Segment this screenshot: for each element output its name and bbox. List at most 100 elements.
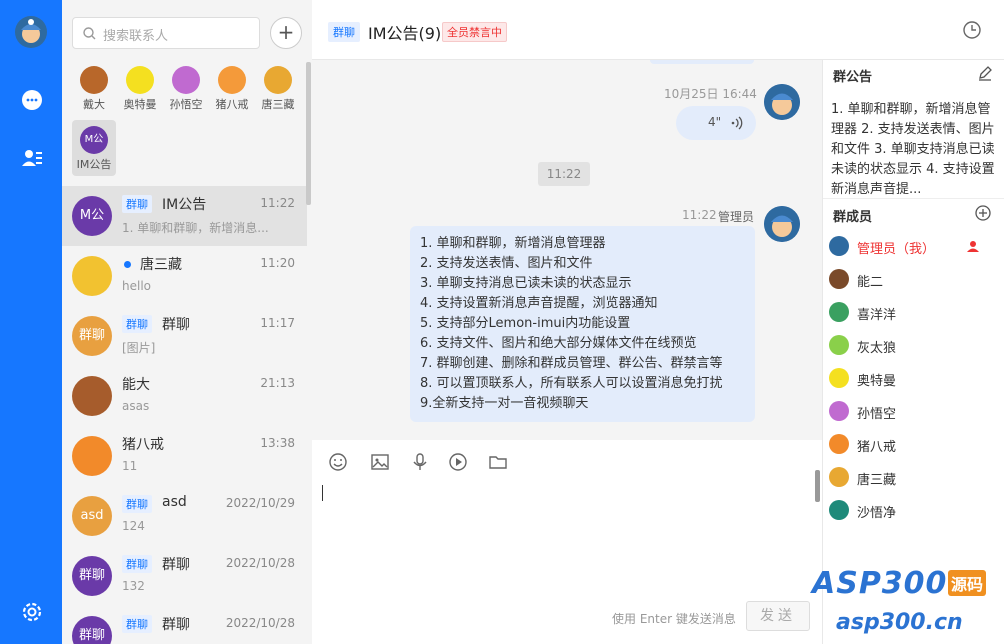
conversation-name: IM公告	[162, 197, 207, 213]
add-member-icon[interactable]	[975, 205, 991, 221]
favorite-contact[interactable]: 戴大	[72, 66, 116, 112]
avatar	[829, 434, 849, 454]
favorite-name: 奥特曼	[123, 98, 157, 111]
group-avatar: M公	[80, 126, 108, 154]
conversation-item[interactable]: 猪八戒 13:38 11	[62, 426, 307, 486]
avatar: 群聊	[72, 316, 112, 356]
my-avatar[interactable]	[15, 16, 47, 48]
avatar	[72, 256, 112, 296]
message-input[interactable]	[322, 485, 323, 501]
folder-icon[interactable]	[488, 452, 508, 472]
member-name: 沙悟净	[857, 506, 897, 521]
conversation-item[interactable]: 群聊 群聊 群聊 11:17 [图片]	[62, 306, 307, 366]
conversation-preview: [图片]	[122, 341, 156, 355]
member-item[interactable]: 奥特曼	[829, 366, 999, 394]
chat-icon[interactable]	[20, 88, 44, 112]
conversation-time: 11:17	[260, 316, 295, 330]
voice-message[interactable]: 4"	[676, 106, 756, 140]
voice-wave-icon	[731, 116, 743, 130]
avatar	[829, 368, 849, 388]
avatar	[72, 376, 112, 416]
mute-all-badge: 全员禁言中	[442, 22, 507, 42]
image-icon[interactable]	[370, 452, 390, 472]
send-button[interactable]: 发送	[746, 601, 810, 631]
message-bubble: 1. 单聊和群聊，新增消息管理器 2. 支持发送表情、图片和文件 3. 单聊支持…	[410, 226, 755, 422]
message-line: 4. 支持设置新消息声音提醒，浏览器通知	[420, 296, 658, 311]
member-name: 孙悟空	[857, 407, 897, 422]
avatar: 群聊	[72, 616, 112, 644]
avatar	[829, 401, 849, 421]
conversation-item[interactable]: 群聊 群聊 群聊 2022/10/28	[62, 606, 307, 644]
conversation-item[interactable]: 群聊 群聊 群聊 2022/10/28 132	[62, 546, 307, 606]
conversation-preview: asas	[122, 399, 150, 413]
conversation-item[interactable]: 能大 21:13 asas	[62, 366, 307, 426]
member-item-admin[interactable]: 管理员（我）	[829, 234, 999, 262]
member-item[interactable]: 能二	[829, 267, 999, 295]
favorite-contact[interactable]: 猪八戒	[210, 66, 254, 112]
member-name: 唐三藏	[857, 473, 897, 488]
message-line: 6. 支持文件、图片和绝大部分媒体文件在线预览	[420, 336, 697, 351]
conversation-time: 2022/10/29	[225, 496, 295, 510]
favorite-name: 戴大	[83, 98, 105, 111]
contacts-icon[interactable]	[20, 146, 44, 170]
edit-pencil-icon[interactable]	[977, 65, 993, 81]
conversation-name: 群聊	[162, 317, 190, 333]
member-item[interactable]: 唐三藏	[829, 465, 999, 493]
avatar: M公	[72, 196, 112, 236]
message-line: 5. 支持部分Lemon-imui内功能设置	[420, 316, 631, 331]
video-play-icon[interactable]	[448, 452, 468, 472]
favorite-contact[interactable]: 孙悟空	[164, 66, 208, 112]
conversation-name: 群聊	[162, 617, 190, 633]
member-item[interactable]: 喜洋洋	[829, 300, 999, 328]
conversation-item[interactable]: 唐三藏 11:20 hello	[62, 246, 307, 306]
message-list: 10月25日 16:44 4" 11:22 11:22 管理员 1. 单聊和群聊…	[312, 60, 822, 502]
chat-panel: 群聊 IM公告(9) 全员禁言中 10月25日 16:44 4" 11:22 1…	[312, 0, 1004, 644]
favorite-contact[interactable]: 奥特曼	[118, 66, 162, 112]
avatar: 群聊	[72, 556, 112, 596]
member-item[interactable]: 猪八戒	[829, 432, 999, 460]
emoji-icon[interactable]	[328, 452, 348, 472]
conversation-time: 21:13	[260, 376, 295, 390]
conversation-item[interactable]: asd 群聊 asd 2022/10/29 124	[62, 486, 307, 546]
conversation-item-im-notice[interactable]: M公 群聊 IM公告 11:22 1. 单聊和群聊，新增消息...	[62, 186, 307, 246]
avatar	[829, 236, 849, 256]
microphone-icon[interactable]	[410, 452, 430, 472]
history-clock-icon[interactable]	[962, 20, 982, 40]
favorite-name: 唐三藏	[261, 98, 295, 111]
conversation-name: 群聊	[162, 557, 190, 573]
avatar	[126, 66, 154, 94]
favorite-contact[interactable]: 唐三藏	[256, 66, 300, 112]
member-item[interactable]: 沙悟净	[829, 498, 999, 526]
conversation-preview: 11	[122, 459, 138, 473]
group-tag: 群聊	[122, 495, 152, 513]
message-line: 2. 支持发送表情、图片和文件	[420, 256, 593, 271]
avatar	[218, 66, 246, 94]
composer-toolbar	[312, 440, 822, 480]
avatar	[264, 66, 292, 94]
favorite-contact-selected[interactable]: M公 IM公告	[72, 120, 116, 176]
search-icon	[83, 27, 96, 40]
member-name: 奥特曼	[857, 374, 897, 389]
settings-gear-icon[interactable]	[20, 600, 44, 624]
member-item[interactable]: 灰太狼	[829, 333, 999, 361]
message-time: 11:22	[682, 208, 717, 222]
member-item[interactable]: 孙悟空	[829, 399, 999, 427]
avatar	[172, 66, 200, 94]
message-line: 9.全新支持一对一音视频聊天	[420, 396, 589, 411]
watermark-brand: ASP300	[812, 566, 948, 601]
member-name: 喜洋洋	[857, 308, 897, 323]
list-scrollbar[interactable]	[306, 62, 311, 205]
sender-avatar[interactable]	[764, 206, 800, 242]
avatar	[80, 66, 108, 94]
conversation-preview: hello	[122, 279, 151, 293]
avatar	[829, 335, 849, 355]
unread-dot	[124, 261, 131, 268]
message-time: 10月25日 16:44	[664, 87, 757, 101]
group-tag: 群聊	[122, 195, 152, 213]
voice-duration: 4"	[708, 115, 722, 129]
search-input[interactable]: 搜索联系人	[72, 17, 260, 49]
chat-title: IM公告(9)	[368, 24, 442, 43]
add-contact-button[interactable]: +	[270, 17, 302, 49]
sender-avatar[interactable]	[764, 84, 800, 120]
message-line: 8. 可以置顶联系人，所有联系人可以设置消息免打扰	[420, 376, 723, 391]
